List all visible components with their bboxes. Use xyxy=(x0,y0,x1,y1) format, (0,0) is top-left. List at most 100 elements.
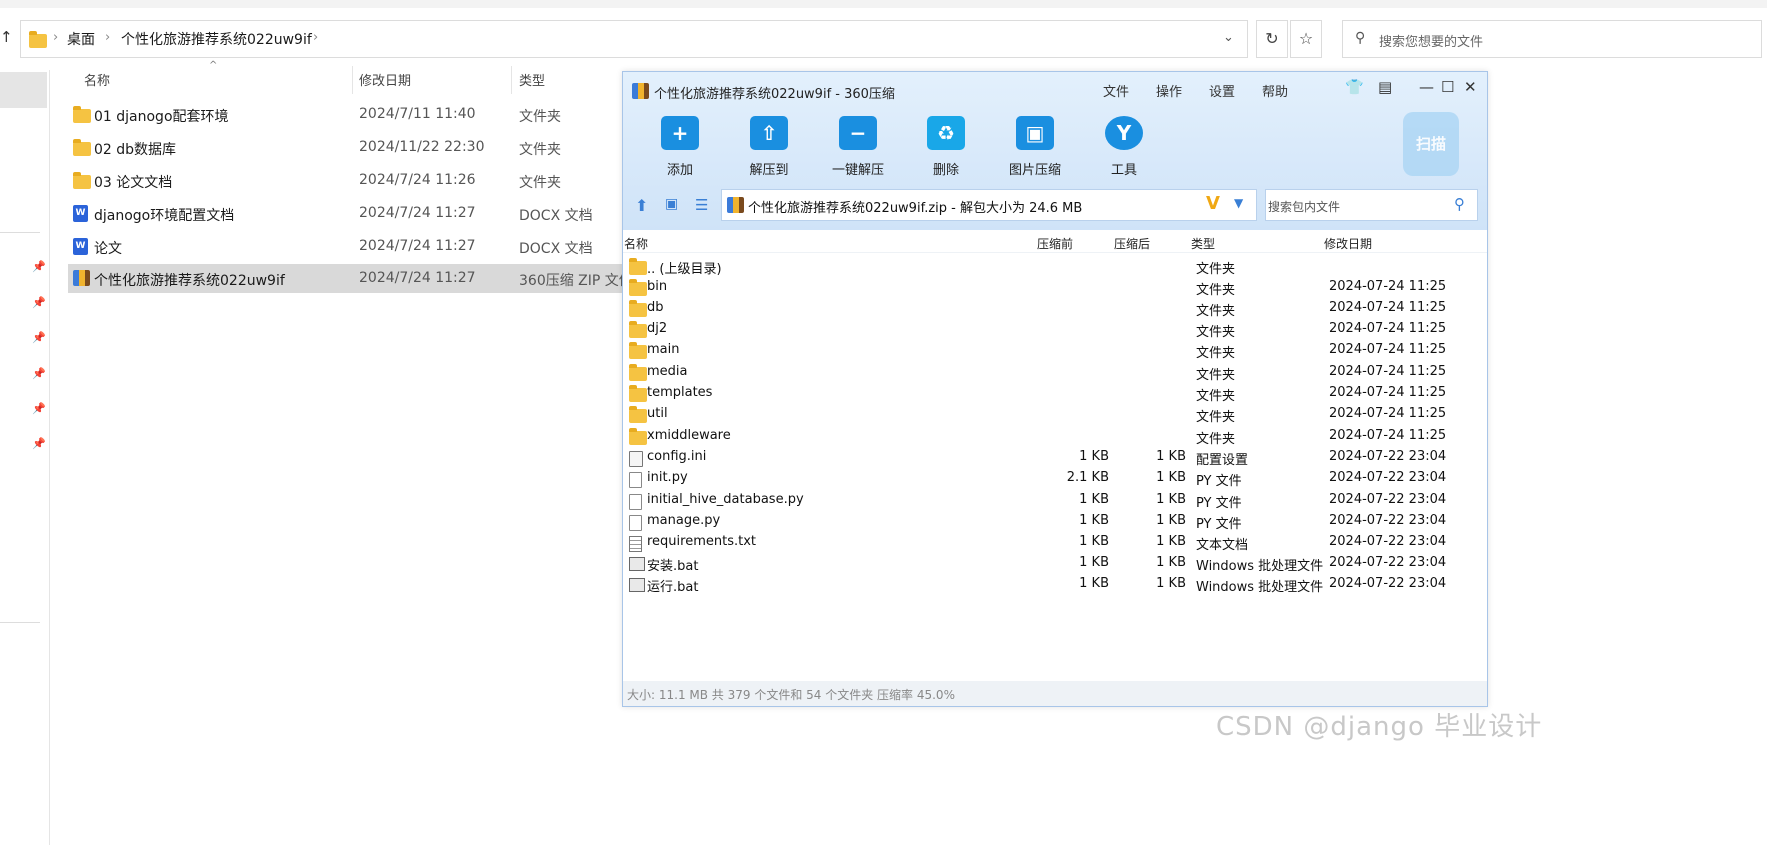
config-file-icon xyxy=(629,451,643,467)
menu-settings[interactable]: 设置 xyxy=(1209,81,1235,100)
file-type: 文件夹 xyxy=(519,109,561,125)
entry-type: 文件夹 xyxy=(1196,389,1236,404)
archive-path-bar[interactable]: 个性化旅游推荐系统022uw9if.zip - 解包大小为 24.6 MB V … xyxy=(721,189,1257,221)
pin-icon[interactable]: 📌 xyxy=(32,402,46,415)
breadcrumb-desktop[interactable]: 桌面 xyxy=(67,29,95,49)
search-icon[interactable]: ⚲ xyxy=(1454,195,1465,213)
minimize-icon[interactable]: — xyxy=(1419,78,1434,96)
entry-date: 2024-07-24 11:25 xyxy=(1329,300,1447,315)
column-header-type[interactable]: 类型 xyxy=(519,70,545,89)
add-button[interactable]: + 添加 xyxy=(645,116,715,178)
archive-row[interactable]: .. (上级目录) 文件夹 xyxy=(623,256,1487,277)
archive-row[interactable]: 运行.bat 1 KB 1 KB Windows 批处理文件 2024-07-2… xyxy=(623,574,1487,595)
archive-path-text: 个性化旅游推荐系统022uw9if.zip - 解包大小为 24.6 MB xyxy=(748,201,1083,216)
image-compress-button[interactable]: ▣ 图片压缩 xyxy=(1000,116,1070,178)
pin-icon[interactable]: 📌 xyxy=(32,437,46,450)
menu-operation[interactable]: 操作 xyxy=(1156,81,1182,100)
entry-type: Windows 批处理文件 xyxy=(1196,559,1324,574)
folder-icon xyxy=(73,139,91,156)
archive-row[interactable]: dj2 文件夹 2024-07-24 11:25 xyxy=(623,319,1487,340)
zip-column-header-type[interactable]: 类型 xyxy=(1191,235,1215,252)
menu-help[interactable]: 帮助 xyxy=(1262,81,1288,100)
entry-type: 文件夹 xyxy=(1196,304,1236,319)
entry-type: 文件夹 xyxy=(1196,368,1236,383)
pin-icon[interactable]: 📌 xyxy=(32,296,46,309)
file-name: 01 djanogo配套环境 xyxy=(94,109,229,125)
address-bar[interactable]: › 桌面 › 个性化旅游推荐系统022uw9if › ⌄ xyxy=(20,20,1248,58)
search-input[interactable]: ⚲ 搜索您想要的文件 xyxy=(1342,20,1762,58)
archive-row[interactable]: bin 文件夹 2024-07-24 11:25 xyxy=(623,277,1487,298)
archive-row[interactable]: util 文件夹 2024-07-24 11:25 xyxy=(623,404,1487,425)
file-row[interactable]: 03 论文文档 2024/7/24 11:26 文件夹 xyxy=(68,166,628,195)
thumbnail-view-icon[interactable]: ▣ xyxy=(665,196,678,212)
entry-date: 2024-07-22 23:04 xyxy=(1329,576,1447,591)
zip-column-header-original-size[interactable]: 压缩前 xyxy=(1037,235,1073,252)
archive-search-input[interactable]: 搜索包内文件 ⚲ xyxy=(1265,189,1478,221)
tools-button[interactable]: Y 工具 xyxy=(1089,116,1159,178)
folder-icon xyxy=(629,428,647,445)
archive-row[interactable]: 安装.bat 1 KB 1 KB Windows 批处理文件 2024-07-2… xyxy=(623,553,1487,574)
watermark: CSDN @django 毕业设计 xyxy=(1216,712,1543,742)
pin-icon[interactable]: 📌 xyxy=(32,331,46,344)
archive-row[interactable]: config.ini 1 KB 1 KB 配置设置 2024-07-22 23:… xyxy=(623,447,1487,468)
file-row[interactable]: 01 djanogo配套环境 2024/7/11 11:40 文件夹 xyxy=(68,100,628,129)
archive-row[interactable]: requirements.txt 1 KB 1 KB 文本文档 2024-07-… xyxy=(623,532,1487,553)
delete-button[interactable]: ♻ 删除 xyxy=(911,116,981,178)
column-divider[interactable] xyxy=(352,66,353,94)
file-row[interactable]: W djanogo环境配置文档 2024/7/24 11:27 DOCX 文档 xyxy=(68,199,628,228)
archive-row[interactable]: db 文件夹 2024-07-24 11:25 xyxy=(623,298,1487,319)
archive-row[interactable]: templates 文件夹 2024-07-24 11:25 xyxy=(623,383,1487,404)
file-icon xyxy=(629,515,642,531)
explorer-toolbar-strip xyxy=(0,0,1767,8)
up-arrow-icon[interactable]: ↑ xyxy=(0,28,13,46)
image-compress-label: 图片压缩 xyxy=(1008,163,1061,178)
archive-row[interactable]: xmiddleware 文件夹 2024-07-24 11:25 xyxy=(623,426,1487,447)
column-header-name[interactable]: 名称 xyxy=(84,70,110,89)
breadcrumb-current-folder[interactable]: 个性化旅游推荐系统022uw9if xyxy=(121,29,312,49)
close-icon[interactable]: ✕ xyxy=(1464,78,1477,96)
chevron-right-icon[interactable]: › xyxy=(105,30,110,45)
chevron-down-icon[interactable]: ▼ xyxy=(1234,196,1243,210)
scan-button[interactable]: 扫描 xyxy=(1403,112,1459,176)
entry-compressed-size: 1 KB xyxy=(1156,555,1186,570)
file-row-selected[interactable]: 个性化旅游推荐系统022uw9if 2024/7/24 11:27 360压缩 … xyxy=(68,264,633,293)
file-date: 2024/7/11 11:40 xyxy=(359,106,476,122)
zip-column-header-name[interactable]: 名称 xyxy=(624,235,648,252)
entry-name: xmiddleware xyxy=(647,428,731,443)
archive-row[interactable]: init.py 2.1 KB 1 KB PY 文件 2024-07-22 23:… xyxy=(623,468,1487,489)
archive-row[interactable]: manage.py 1 KB 1 KB PY 文件 2024-07-22 23:… xyxy=(623,511,1487,532)
chevron-right-icon[interactable]: › xyxy=(313,30,318,45)
zip-app-icon xyxy=(632,83,649,99)
refresh-button[interactable]: ↻ xyxy=(1256,20,1288,58)
chevron-down-icon[interactable]: ⌄ xyxy=(1223,30,1234,45)
feedback-icon[interactable]: ▤ xyxy=(1378,78,1392,96)
archive-row[interactable]: initial_hive_database.py 1 KB 1 KB PY 文件… xyxy=(623,490,1487,511)
entry-date: 2024-07-24 11:25 xyxy=(1329,428,1447,443)
up-folder-icon[interactable]: ⬆ xyxy=(635,196,648,215)
column-header-date[interactable]: 修改日期 xyxy=(359,70,411,89)
file-row[interactable]: W 论文 2024/7/24 11:27 DOCX 文档 xyxy=(68,232,628,261)
nav-selected-item[interactable] xyxy=(0,72,47,108)
file-name: 02 db数据库 xyxy=(94,142,177,158)
archive-row[interactable]: media 文件夹 2024-07-24 11:25 xyxy=(623,362,1487,383)
zip-column-header-compressed-size[interactable]: 压缩后 xyxy=(1114,235,1150,252)
list-view-icon[interactable]: ☰ xyxy=(695,196,708,214)
one-click-extract-button[interactable]: − 一键解压 xyxy=(823,116,893,178)
archive-row[interactable]: main 文件夹 2024-07-24 11:25 xyxy=(623,340,1487,361)
v-logo-icon[interactable]: V xyxy=(1206,193,1220,214)
file-type: 360压缩 ZIP 文件 xyxy=(519,273,633,289)
pin-to-quick-access-button[interactable]: ☆ xyxy=(1290,20,1322,58)
chevron-right-icon[interactable]: › xyxy=(53,30,58,45)
column-divider[interactable] xyxy=(511,66,512,94)
entry-date: 2024-07-22 23:04 xyxy=(1329,555,1447,570)
zip-window: 个性化旅游推荐系统022uw9if - 360压缩 文件 操作 设置 帮助 👕 … xyxy=(622,71,1488,707)
file-row[interactable]: 02 db数据库 2024/11/22 22:30 文件夹 xyxy=(68,133,628,162)
pin-icon[interactable]: 📌 xyxy=(32,367,46,380)
skin-icon[interactable]: 👕 xyxy=(1345,78,1364,96)
extract-to-button[interactable]: ⇧ 解压到 xyxy=(734,116,804,178)
menu-file[interactable]: 文件 xyxy=(1103,81,1129,100)
maximize-icon[interactable]: ☐ xyxy=(1441,78,1454,96)
zip-column-header-date[interactable]: 修改日期 xyxy=(1324,235,1372,252)
file-type: DOCX 文档 xyxy=(519,208,593,224)
pin-icon[interactable]: 📌 xyxy=(32,260,46,273)
